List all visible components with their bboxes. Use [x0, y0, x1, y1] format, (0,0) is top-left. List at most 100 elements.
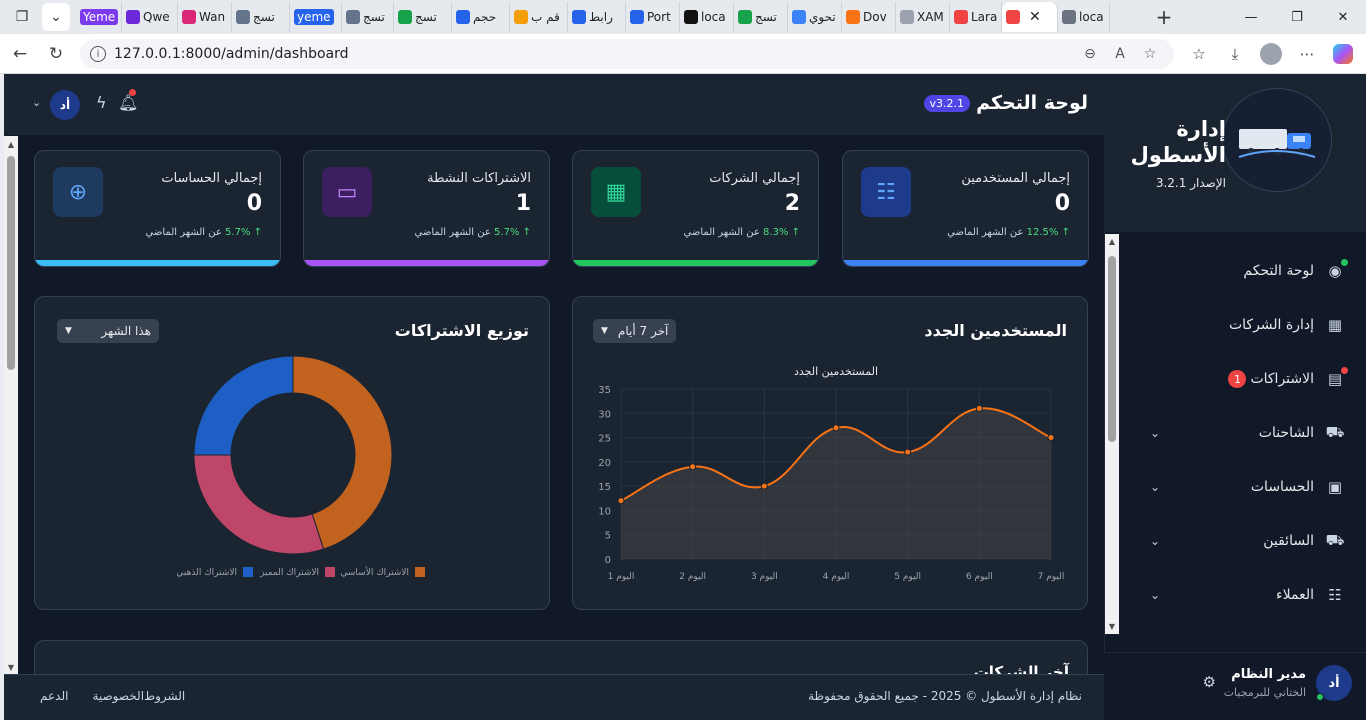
browser-tab[interactable]: Lara	[950, 2, 1002, 32]
scroll-down-arrow[interactable]: ▼	[1105, 622, 1119, 631]
subscriptions-donut: الاشتراك الأساسي الاشتراك المميز الاشتراك …	[176, 355, 425, 578]
reload-icon[interactable]: ↻	[38, 36, 74, 72]
footer-link-terms[interactable]: الشروط	[144, 689, 185, 703]
stat-card[interactable]: إجمالي الحساسات 0 ↑ 5.7% عن الشهر الماضي ⊕	[34, 150, 281, 267]
browser-tab[interactable]: رابط	[568, 2, 626, 32]
browser-tab[interactable]: Qwe	[122, 2, 178, 32]
stat-value: 0	[1054, 191, 1070, 216]
brand-block: إدارة الأسطول الإصدار 3.2.1	[1104, 74, 1366, 232]
bell-icon[interactable]: 🔔︎	[118, 89, 138, 112]
browser-tab[interactable]: loca	[680, 2, 734, 32]
truck-logo	[1222, 88, 1332, 192]
favorite-star-icon[interactable]: ☆	[1138, 43, 1162, 65]
scroll-up-arrow[interactable]: ▲	[4, 140, 18, 149]
stat-card[interactable]: الاشتراكات النشطة 1 ↑ 5.7% عن الشهر الماضي…	[303, 150, 550, 267]
browser-tab[interactable]: تسج	[342, 2, 394, 32]
address-bar[interactable]: i 127.0.0.1:8000/admin/dashboard ⊖ A ☆	[80, 39, 1174, 69]
workspaces-icon[interactable]: ❐	[8, 3, 36, 31]
sidebar-scrollbar[interactable]: ▲ ▼	[1105, 234, 1119, 634]
browser-tab[interactable]: تحوي	[788, 2, 842, 32]
browser-tab[interactable]: Port	[626, 2, 680, 32]
minimize-button[interactable]: —	[1228, 0, 1274, 34]
sidebar-item[interactable]: ⌄ الحساسات ▣	[1120, 460, 1366, 514]
user-avatar[interactable]: أد	[1316, 665, 1352, 701]
user-role: الختاني للبرمجيات	[1223, 686, 1306, 699]
chip-icon: ▣	[1327, 478, 1343, 496]
x-tick-label: اليوم 3	[751, 572, 778, 582]
favorites-icon[interactable]: ☆	[1184, 39, 1214, 69]
sidebar-user: أد مدير النظام الختاني للبرمجيات ⚙	[1104, 652, 1366, 720]
gear-icon[interactable]: ⚙	[1203, 673, 1216, 691]
browser-tab[interactable]: ✕	[1002, 2, 1058, 32]
sidebar-item[interactable]: 1 الاشتراكات ▤	[1120, 352, 1366, 406]
new-tab-button[interactable]: +	[1150, 3, 1178, 31]
bolt-icon[interactable]: ϟ	[96, 93, 107, 112]
chevron-down-icon[interactable]: ⌄	[1150, 588, 1160, 602]
chevron-down-icon[interactable]: ⌄	[1150, 480, 1160, 494]
url-text[interactable]: 127.0.0.1:8000/admin/dashboard	[114, 46, 349, 62]
zoom-icon[interactable]: ⊖	[1078, 43, 1102, 65]
sidebar-item[interactable]: ⌄ السائقين ⛟	[1120, 514, 1366, 568]
scroll-thumb[interactable]	[7, 156, 15, 370]
read-aloud-icon[interactable]: A	[1108, 43, 1132, 65]
sidebar-item-label: الحساسات	[1250, 479, 1314, 495]
month-select-value: هذا الشهر	[101, 324, 151, 338]
sidebar-item[interactable]: إدارة الشركات ▦	[1120, 298, 1366, 352]
sidebar-item[interactable]: ⌄ العملاء ☷	[1120, 568, 1366, 622]
browser-tab[interactable]: قم ب	[510, 2, 568, 32]
maximize-button[interactable]: ❐	[1274, 0, 1320, 34]
truck-logo-icon	[1238, 129, 1316, 158]
data-point	[904, 448, 912, 456]
header-avatar[interactable]: أد	[50, 90, 80, 120]
online-dot	[1316, 693, 1324, 701]
info-icon[interactable]: i	[90, 46, 106, 62]
browser-tab-label: Wan	[199, 10, 226, 24]
y-tick-label: 10	[598, 506, 611, 517]
more-options-icon[interactable]: ⋯	[1292, 39, 1322, 69]
browser-tab[interactable]: حجم	[452, 2, 510, 32]
sidebar-item[interactable]: ⌄ الشاحنات ⛟	[1120, 406, 1366, 460]
scroll-up-arrow[interactable]: ▲	[1105, 237, 1119, 246]
browser-tab-label: قم ب	[531, 10, 560, 24]
browser-tab[interactable]: Yeme	[76, 2, 122, 32]
browser-tab[interactable]: Dov	[842, 2, 896, 32]
y-tick-label: 15	[598, 482, 611, 493]
browser-tab[interactable]: loca	[1058, 2, 1110, 32]
scroll-thumb[interactable]	[1108, 256, 1116, 442]
profile-icon[interactable]	[1256, 39, 1286, 69]
tab-favicon-icon	[398, 10, 412, 24]
close-tab-icon[interactable]: ✕	[1029, 9, 1041, 25]
copilot-icon[interactable]	[1328, 39, 1358, 69]
browser-tab[interactable]: yeme	[290, 2, 342, 32]
period-select[interactable]: آخر 7 أيام ▼	[593, 319, 677, 343]
back-icon[interactable]: ←	[2, 36, 38, 72]
tab-list-button[interactable]: ⌄	[42, 3, 70, 31]
tab-favicon-icon	[684, 10, 698, 24]
stat-card[interactable]: إجمالي المستخدمين 0 ↑ 12.5% عن الشهر الماض…	[842, 150, 1089, 267]
sidebar-item-label: العملاء	[1276, 587, 1314, 603]
chevron-down-icon[interactable]: ⌄	[1150, 426, 1160, 440]
chevron-down-icon[interactable]: ⌄	[1150, 534, 1160, 548]
sidebar-item-label: السائقين	[1263, 533, 1314, 549]
browser-tab[interactable]: Wan	[178, 2, 232, 32]
chevron-down-icon[interactable]: ⌄	[32, 96, 41, 109]
stat-title: إجمالي المستخدمين	[961, 171, 1070, 186]
browser-tab[interactable]: تسج	[734, 2, 788, 32]
footer-link-support[interactable]: الدعم	[40, 689, 68, 703]
sidebar-item[interactable]: لوحة التحكم ◉	[1120, 244, 1366, 298]
main-scrollbar[interactable]: ▲ ▼	[4, 136, 18, 676]
footer-link-privacy[interactable]: الخصوصية	[92, 689, 144, 703]
scroll-down-arrow[interactable]: ▼	[4, 663, 18, 672]
month-select[interactable]: هذا الشهر ▼	[57, 319, 159, 343]
close-window-button[interactable]: ✕	[1320, 0, 1366, 34]
downloads-icon[interactable]: ⤓	[1220, 39, 1250, 69]
subscriptions-title: توزيع الاشتراكات	[394, 321, 529, 340]
stat-accent-bar	[843, 260, 1088, 266]
browser-tab-label: تسج	[253, 10, 275, 24]
stat-value: 1	[515, 191, 531, 216]
browser-tab[interactable]: تسج	[394, 2, 452, 32]
browser-tab[interactable]: XAM	[896, 2, 950, 32]
tab-favicon-icon	[846, 10, 860, 24]
browser-tab[interactable]: تسج	[232, 2, 290, 32]
stat-card[interactable]: إجمالي الشركات 2 ↑ 8.3% عن الشهر الماضي ▦	[572, 150, 819, 267]
